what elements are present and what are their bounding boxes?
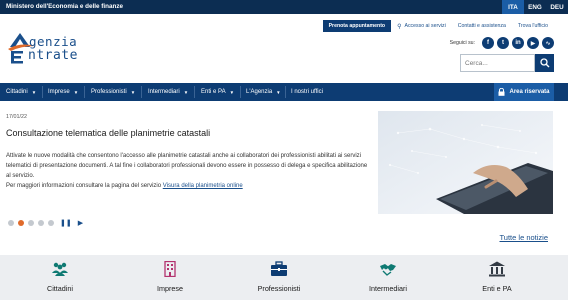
lock-icon (498, 88, 505, 96)
logo-text-entrate: ntrate (28, 48, 78, 63)
nav-divider (84, 86, 85, 98)
news-title[interactable]: Consultazione telematica delle planimetr… (6, 128, 210, 138)
nav-label: Professionisti (91, 89, 127, 95)
social-links: Seguici su: f t in ▶ ∿ (450, 37, 554, 49)
carousel-dot[interactable] (8, 220, 14, 226)
nav-label: Imprese (48, 89, 70, 95)
language-switcher: ITA ENG DEU (502, 0, 568, 14)
category-enti-pa[interactable]: Enti e PA (447, 255, 547, 300)
youtube-icon[interactable]: ▶ (527, 37, 539, 49)
key-icon: ⚲ (397, 23, 402, 30)
nav-label: L'Agenzia (246, 89, 273, 95)
briefcase-icon (271, 261, 287, 276)
top-bar: Ministero dell'Economia e delle finanze … (0, 0, 568, 14)
follow-us-label: Seguici su: (449, 40, 475, 46)
news-image (378, 111, 553, 214)
search-bar: Cerca... (460, 54, 554, 72)
chevron-down-icon: ▼ (130, 89, 136, 95)
category-label: Cittadini (47, 284, 73, 293)
lang-eng[interactable]: ENG (524, 0, 546, 14)
nav-agenzia[interactable]: L'Agenzia ▼ (246, 83, 281, 101)
chevron-down-icon: ▼ (73, 89, 79, 95)
carousel-dot[interactable] (38, 220, 44, 226)
chevron-down-icon: ▼ (31, 89, 37, 95)
search-icon (539, 58, 549, 68)
chevron-down-icon: ▼ (183, 89, 189, 95)
lang-deu[interactable]: DEU (546, 0, 568, 14)
institution-icon (489, 261, 505, 277)
logo-text-agenzia: genzia (29, 34, 78, 49)
nav-divider (194, 86, 195, 98)
nav-divider (240, 86, 241, 98)
handshake-icon (380, 264, 396, 276)
lang-ita[interactable]: ITA (502, 0, 524, 14)
category-label: Imprese (157, 284, 183, 293)
carousel-controls: ❚❚ ▶ (8, 219, 83, 227)
news-date: 17/01/22 (6, 114, 27, 120)
ministry-link[interactable]: Ministero dell'Economia e delle finanze (6, 3, 123, 10)
people-icon (52, 262, 68, 276)
carousel-dot-active[interactable] (18, 220, 24, 226)
nav-label: Intermediari (148, 89, 180, 95)
agenzia-entrate-logo[interactable]: genzia ntrate (7, 32, 107, 68)
contacts-link[interactable]: Contatti e assistenza (452, 20, 512, 32)
category-label: Intermediari (369, 284, 407, 293)
search-button[interactable] (535, 54, 554, 72)
facebook-icon[interactable]: f (482, 37, 494, 49)
building-icon (164, 261, 176, 277)
access-services-link[interactable]: ⚲ Accesso ai servizi (391, 20, 452, 32)
nav-imprese[interactable]: Imprese ▼ (48, 83, 78, 101)
category-label: Enti e PA (482, 284, 512, 293)
category-cittadini[interactable]: Cittadini (10, 255, 110, 300)
nav-nostri-uffici[interactable]: I nostri uffici (291, 83, 323, 101)
reserved-area-label: Area riservata (509, 89, 550, 95)
news-more-prefix: Per maggiori informazioni consultare la … (6, 183, 162, 189)
planimetria-link[interactable]: Visura della planimetria online (163, 183, 243, 189)
twitter-icon[interactable]: t (497, 37, 509, 49)
all-news-link[interactable]: Tutte le notizie (500, 233, 549, 242)
nav-cittadini[interactable]: Cittadini ▼ (6, 83, 36, 101)
nav-label: Cittadini (6, 89, 28, 95)
reserved-area-button[interactable]: Area riservata (494, 83, 554, 101)
chevron-down-icon: ▼ (276, 89, 281, 95)
search-input[interactable]: Cerca... (460, 54, 535, 72)
category-professionisti[interactable]: Professionisti (229, 255, 329, 300)
nav-divider (42, 86, 43, 98)
main-nav: Cittadini ▼ Imprese ▼ Professionisti ▼ Inte… (0, 83, 568, 101)
find-office-link[interactable]: Trova l'ufficio (512, 20, 554, 32)
nav-divider (141, 86, 142, 98)
nav-intermediari[interactable]: Intermediari ▼ (148, 83, 188, 101)
access-services-label: Accesso ai servizi (404, 23, 446, 29)
chevron-down-icon: ▼ (229, 89, 235, 95)
news-body: Attivate le nuove modalità che consenton… (6, 151, 371, 191)
carousel-dot[interactable] (28, 220, 34, 226)
nav-divider (285, 86, 286, 98)
play-icon[interactable]: ▶ (78, 219, 83, 227)
news-text: Attivate le nuove modalità che consenton… (6, 153, 368, 179)
linkedin-icon[interactable]: in (512, 37, 524, 49)
book-appointment-link[interactable]: Prenota appuntamento (322, 20, 392, 32)
category-imprese[interactable]: Imprese (120, 255, 220, 300)
nav-enti-pa[interactable]: Enti e PA ▼ (201, 83, 234, 101)
category-bar: Cittadini Imprese Professionisti Interme… (0, 255, 568, 300)
rss-icon[interactable]: ∿ (542, 37, 554, 49)
nav-professionisti[interactable]: Professionisti ▼ (91, 83, 135, 101)
nav-label: Enti e PA (201, 89, 226, 95)
pause-icon[interactable]: ❚❚ (60, 219, 72, 227)
nav-label: I nostri uffici (291, 89, 323, 95)
category-label: Professionisti (257, 284, 301, 293)
utility-links: Prenota appuntamento ⚲ Accesso ai serviz… (322, 20, 554, 32)
carousel-dot[interactable] (48, 220, 54, 226)
category-intermediari[interactable]: Intermediari (338, 255, 438, 300)
